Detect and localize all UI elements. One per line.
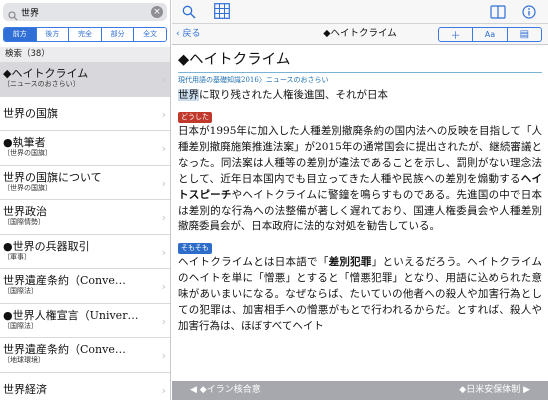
tab-prefix[interactable]: 前方 <box>4 28 36 41</box>
search-mode-tabs: 前方 後方 完全 部分 全文 <box>3 27 167 42</box>
list-item-subtitle: 〔国際法〕 <box>3 321 38 330</box>
bottom-navigation: ◀ ◆イラン核合意 ◆日米安保体制 ▶ <box>172 381 548 400</box>
list-item[interactable]: 世界の国旗 › <box>0 97 170 131</box>
paragraph-1: 日本が1995年に加入した人種差別撤廃条約の国内法への反映を目指して「人種差別撤… <box>178 124 542 235</box>
tab-suffix[interactable]: 後方 <box>35 28 69 41</box>
search-icon[interactable] <box>182 4 196 23</box>
book-icon[interactable] <box>490 4 506 23</box>
add-bookmark-button[interactable]: ＋ <box>439 28 472 41</box>
search-sidebar: × 前方 後方 完全 部分 全文 検索（38） ◆ヘイトクライム 〔ニュースのお… <box>0 0 171 400</box>
list-item[interactable]: ●世界人権宣言（Univer… 〔国際法〕 › <box>0 304 170 338</box>
list-item-title: 世界の国旗 <box>3 106 58 120</box>
top-toolbar <box>172 0 548 24</box>
lead-text: に取り残された人権後進国、それが日本 <box>199 89 388 101</box>
article-navbar: ‹ 戻る ◆ヘイトクライム ＋ Aa ▤ <box>172 24 548 45</box>
search-box[interactable]: × <box>3 3 167 21</box>
result-list: ◆ヘイトクライム 〔ニュースのおさらい〕 › 世界の国旗 › ●執筆者 〔世界の… <box>0 62 170 400</box>
article-tool-group: ＋ Aa ▤ <box>438 27 542 42</box>
grid-index-icon[interactable] <box>214 3 230 23</box>
search-input[interactable] <box>21 4 149 20</box>
list-item-title: 世界政治 <box>3 205 47 218</box>
list-item[interactable]: 世界遺産条約（Conve… 〔地球環境〕 › <box>0 338 170 373</box>
list-item[interactable]: 世界経済 › <box>0 373 170 400</box>
list-item-subtitle: 〔軍事〕 <box>3 252 31 261</box>
result-count-header: 検索（38） <box>0 47 170 62</box>
list-item[interactable]: 世界政治 〔国際情勢〕 › <box>0 200 170 235</box>
lead-line: 世界に取り残された人権後進国、それが日本 <box>178 86 542 104</box>
tab-fulltext[interactable]: 全文 <box>133 28 166 41</box>
article-body: ◆ヘイトクライム 現代用語の基礎知識2016〉ニュースのおさらい 世界に取り残さ… <box>172 45 548 381</box>
list-item-title: 世界経済 <box>3 382 47 396</box>
chevron-right-icon: › <box>161 142 166 155</box>
list-item[interactable]: 世界遺産条約（Conve… 〔国際法〕 › <box>0 269 170 304</box>
list-item-subtitle: 〔世界の国旗〕 <box>3 183 52 192</box>
search-icon <box>8 6 18 25</box>
list-item-title: ●執筆者 <box>3 136 46 149</box>
chevron-right-icon: › <box>161 383 166 397</box>
chevron-right-icon: › <box>161 211 166 224</box>
headword: ◆ヘイトクライム <box>178 52 291 68</box>
list-item-subtitle: 〔国際法〕 <box>3 287 38 295</box>
highlighted-term: 世界 <box>178 89 199 101</box>
note-button[interactable]: ▤ <box>506 28 541 41</box>
paragraph-2: ヘイトクライムとは日本語で「差別犯罪」といえるだろう。ヘイトクライムのヘイトを単… <box>178 255 542 335</box>
back-button[interactable]: ‹ 戻る <box>176 27 201 41</box>
list-item[interactable]: ●世界の兵器取引 〔軍事〕 › <box>0 235 170 269</box>
divider <box>178 72 542 73</box>
chevron-right-icon: › <box>161 245 166 259</box>
list-item[interactable]: ◆ヘイトクライム 〔ニュースのおさらい〕 › <box>0 62 170 97</box>
list-item-subtitle: 〔国際情勢〕 <box>3 218 45 226</box>
font-size-button[interactable]: Aa <box>472 28 506 41</box>
chevron-right-icon: › <box>161 280 166 293</box>
paragraph-text: ヘイトクライムとは日本語で「 <box>178 256 329 269</box>
source-line: 現代用語の基礎知識2016〉ニュースのおさらい <box>178 76 329 84</box>
back-button-label: 戻る <box>182 29 201 39</box>
list-item-title: ●世界人権宣言（Univer… <box>3 308 139 322</box>
list-item-subtitle: 〔地球環境〕 <box>3 356 45 364</box>
list-item-title: 世界遺産条約（Conve… <box>3 343 126 356</box>
tab-exact[interactable]: 完全 <box>68 28 101 41</box>
chevron-right-icon: › <box>161 314 166 328</box>
article-title: ◆ヘイトクライム <box>323 28 397 39</box>
list-item-title: ◆ヘイトクライム <box>3 67 89 80</box>
chevron-right-icon: › <box>161 107 166 121</box>
bold-term: 差別犯罪 <box>328 256 372 269</box>
info-icon[interactable] <box>522 4 536 23</box>
paragraph-text: やヘイトクライムに警鐘を鳴らすものである。先進国の中で日本は差別的な行為への法整… <box>178 188 542 233</box>
tab-partial[interactable]: 部分 <box>100 28 134 41</box>
chevron-left-icon: ‹ <box>176 29 180 39</box>
clear-search-icon[interactable]: × <box>151 6 163 18</box>
chevron-right-icon: › <box>161 73 166 86</box>
list-item-subtitle: 〔世界の国旗〕 <box>3 149 52 157</box>
list-item-title: 世界遺産条約（Conve… <box>3 274 126 287</box>
chevron-right-icon: › <box>161 176 166 190</box>
previous-entry-link[interactable]: ◀ ◆イラン核合意 <box>190 381 261 400</box>
list-item-title: 世界の国旗について <box>3 170 102 184</box>
list-item-subtitle: 〔ニュースのおさらい〕 <box>3 80 80 88</box>
list-item[interactable]: 世界の国旗について 〔世界の国旗〕 › <box>0 166 170 200</box>
chevron-right-icon: › <box>161 349 166 362</box>
section-badge-doushita: どうした <box>178 112 212 123</box>
list-item-title: ●世界の兵器取引 <box>3 239 90 253</box>
next-entry-link[interactable]: ◆日米安保体制 ▶ <box>459 381 530 400</box>
section-badge-somosomo: そもそも <box>178 243 212 255</box>
list-item[interactable]: ●執筆者 〔世界の国旗〕 › <box>0 131 170 166</box>
paragraph-text: 日本が1995年に加入した人種差別撤廃条約の国内法への反映を目指して「人種差別撤… <box>178 125 542 185</box>
